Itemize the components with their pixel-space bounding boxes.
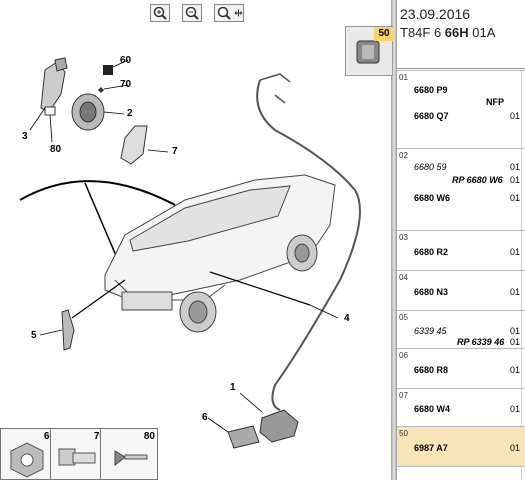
row-index: 04: [399, 273, 408, 282]
row-index: 07: [399, 391, 408, 400]
parts-panel: 50 23.09.2016 T84F 6 66H 01A 01 6680 P9 …: [345, 0, 525, 480]
part-qty: 01: [510, 287, 521, 297]
part-ref: 6680 Q7: [414, 111, 449, 121]
part-row-04[interactable]: 04 6680 N3 01: [397, 270, 525, 310]
part-row-05[interactable]: 05 6339 45 01 RP 6339 46 01: [397, 310, 525, 348]
callout-5[interactable]: 5: [31, 330, 37, 341]
part-ref: 6680 W4: [414, 404, 451, 414]
callout-80[interactable]: 80: [50, 144, 61, 155]
rivet-icon: [114, 450, 148, 467]
part-qty: 01: [510, 111, 521, 121]
part-60-square: [103, 65, 113, 75]
part-qty: 01: [510, 404, 521, 414]
part-ref-old: 6339 45: [414, 326, 447, 336]
part-qty: 01: [510, 326, 521, 336]
part-row-empty: [397, 466, 525, 480]
part-row-01[interactable]: 01 6680 P9 NFP 6680 Q7 01: [397, 70, 525, 148]
part-cover-7: [120, 125, 148, 165]
part-ref: 6680 P9: [414, 85, 448, 95]
part-row-03[interactable]: 03 6680 R2 01: [397, 230, 525, 270]
callout-3[interactable]: 3: [22, 131, 28, 142]
part-ref: 6680 R2: [414, 247, 449, 257]
callout-6[interactable]: 6: [202, 412, 208, 423]
header-date: 23.09.2016: [400, 6, 471, 22]
row-index: 03: [399, 233, 408, 242]
part-qty: 01: [510, 247, 521, 257]
thumbnail-number-badge: 50: [374, 27, 394, 41]
part-80-label: [44, 106, 56, 116]
callout-1[interactable]: 1: [230, 382, 236, 393]
ref-prefix: T84F 6: [400, 25, 445, 40]
part-qty: 01: [510, 193, 521, 203]
part-row-07[interactable]: 07 6680 W4 01: [397, 388, 525, 426]
callout-70[interactable]: 70: [120, 79, 131, 90]
part-pad-6: [227, 425, 260, 449]
inset-part-80[interactable]: 80: [100, 428, 158, 480]
part-mount-2: [71, 93, 105, 131]
part-70-star: [98, 87, 104, 93]
part-row-02[interactable]: 02 6680 59 01 RP 6680 W6 01 6680 W6 01: [397, 148, 525, 230]
part-replacement: RP 6680 W6: [452, 175, 503, 185]
part-ref: 6987 A7: [414, 443, 448, 453]
callout-4[interactable]: 4: [344, 313, 350, 324]
nut-icon: [10, 442, 44, 478]
row-index: 05: [399, 313, 408, 322]
car-illustration: [104, 174, 336, 333]
part-qty: 01: [510, 175, 521, 185]
part-qty: 01: [510, 443, 521, 453]
part-replacement: RP 6339 46: [457, 337, 505, 347]
callout-7[interactable]: 7: [172, 146, 178, 157]
row-index: 50: [399, 429, 408, 438]
row-index: 01: [399, 73, 408, 82]
diagram-panel: 60 70 2 3 80 7 1 6 5 4 60 70 80: [0, 0, 390, 480]
exploded-diagram: [19, 57, 361, 449]
part-extra: NFP: [486, 97, 504, 107]
callout-60[interactable]: 60: [120, 55, 131, 66]
callout-2[interactable]: 2: [127, 108, 133, 119]
part-row-06[interactable]: 06 6680 R8 01: [397, 348, 525, 388]
part-ref: 6680 W6: [414, 193, 451, 203]
part-row-50[interactable]: 50 6987 A7 01: [397, 426, 525, 466]
row-index: 06: [399, 351, 408, 360]
ref-bold: 66H: [444, 25, 469, 40]
clip-icon: [58, 448, 96, 466]
part-qty: 01: [510, 337, 521, 347]
ref-suffix: 01A: [468, 25, 496, 40]
part-module-1: [259, 409, 299, 443]
part-bracket-3: [40, 57, 68, 113]
part-ref: 6680 R8: [414, 365, 449, 375]
part-qty: 01: [510, 365, 521, 375]
row-index: 02: [399, 151, 408, 160]
part-sensor-5: [61, 309, 75, 351]
part-qty: 01: [510, 162, 521, 172]
header-reference: T84F 6 66H 01A: [400, 25, 495, 40]
part-ref-old: 6680 59: [414, 162, 447, 172]
part-ref: 6680 N3: [414, 287, 449, 297]
header-separator: [397, 68, 525, 69]
